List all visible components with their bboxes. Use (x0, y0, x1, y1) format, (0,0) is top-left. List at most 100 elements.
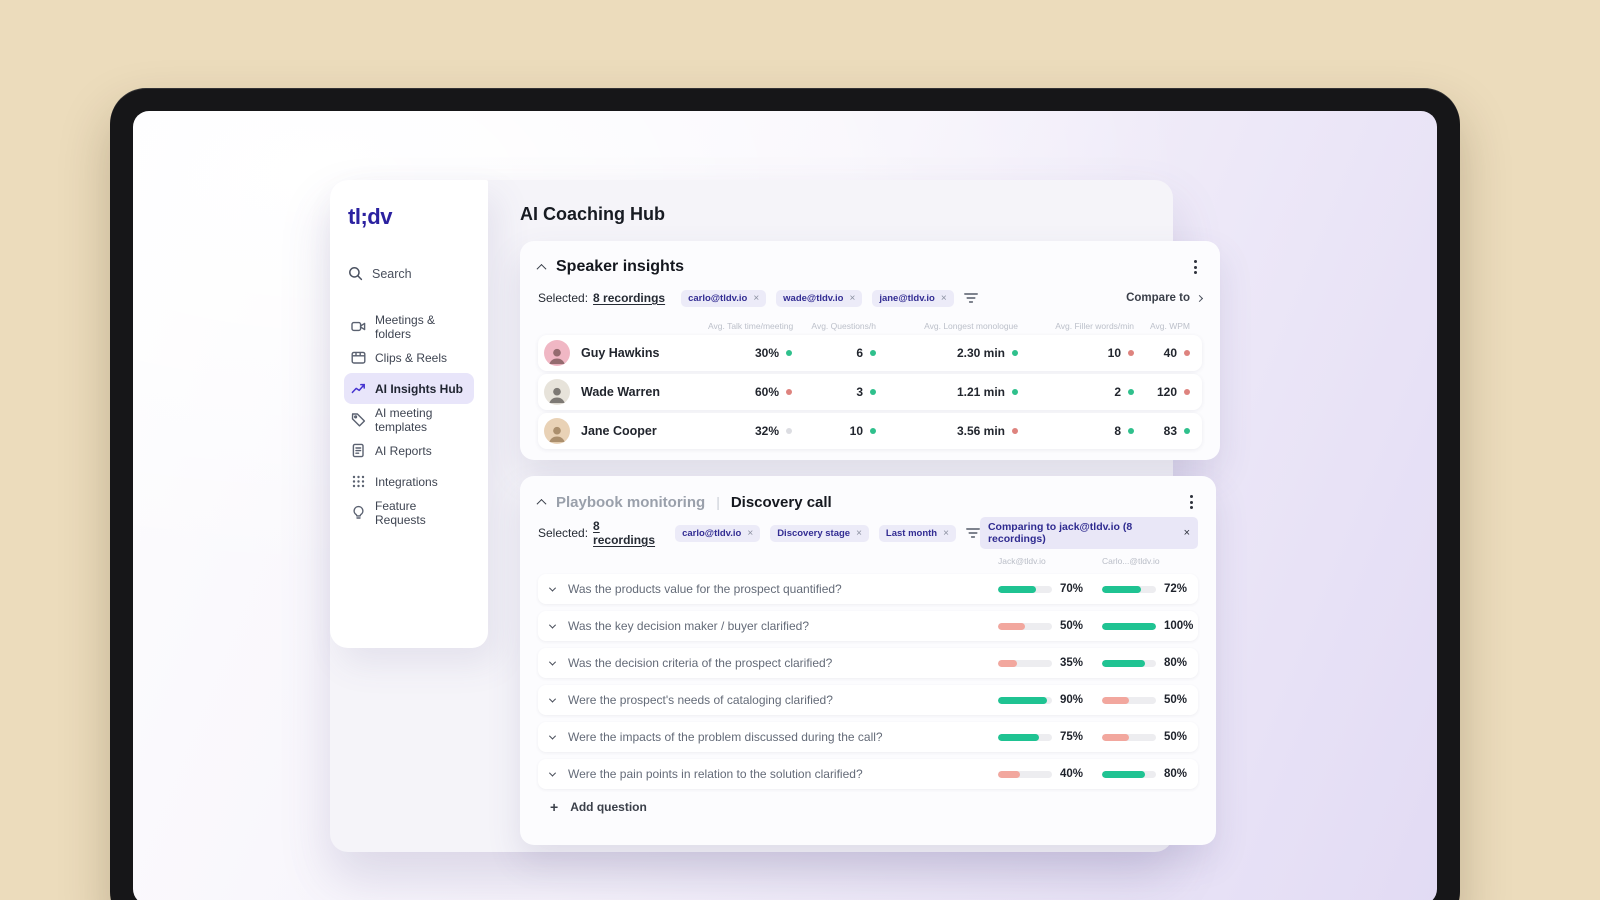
question-row[interactable]: Were the pain points in relation to the … (538, 759, 1198, 789)
question-row[interactable]: Was the decision criteria of the prospec… (538, 648, 1198, 678)
collapse-chevron-icon[interactable] (536, 498, 547, 509)
filter-chip[interactable]: jane@tldv.io × (872, 289, 954, 307)
close-icon[interactable]: × (941, 293, 947, 304)
chevron-down-icon[interactable] (548, 584, 557, 592)
score-value: 100% (1164, 620, 1194, 632)
question-row[interactable]: Was the key decision maker / buyer clari… (538, 611, 1198, 641)
desktop-background: tl;dv Search Meetings & folders Clips & … (0, 0, 1600, 900)
status-dot (786, 350, 792, 356)
close-icon[interactable]: × (1184, 527, 1190, 539)
kebab-menu-icon[interactable] (1185, 492, 1198, 512)
collapse-chevron-icon[interactable] (536, 263, 547, 274)
filter-chip[interactable]: wade@tldv.io × (776, 289, 863, 307)
selected-recordings-link[interactable]: 8 recordings (593, 519, 659, 547)
selected-recordings-link[interactable]: 8 recordings (593, 291, 665, 305)
filter-chip[interactable]: Last month × (878, 524, 956, 542)
kebab-menu-icon[interactable] (1189, 257, 1202, 277)
close-icon[interactable]: × (943, 528, 949, 539)
laptop-frame: tl;dv Search Meetings & folders Clips & … (110, 88, 1460, 900)
metric-cell: 120 (1146, 385, 1202, 399)
laptop-screen: tl;dv Search Meetings & folders Clips & … (133, 111, 1437, 900)
page-title: AI Coaching Hub (520, 204, 665, 224)
score-value: 90% (1060, 694, 1084, 706)
status-dot (1012, 389, 1018, 395)
chevron-down-icon[interactable] (548, 658, 557, 666)
score-cell: 90% (998, 694, 1102, 706)
status-dot (1012, 350, 1018, 356)
speaker-cell: Jane Cooper (538, 418, 708, 444)
filter-chip[interactable]: carlo@tldv.io × (681, 289, 767, 307)
score-value: 50% (1060, 620, 1084, 632)
sidebar-item-ai-reports[interactable]: AI Reports (344, 435, 474, 466)
chevron-down-icon[interactable] (548, 695, 557, 703)
metric-value: 10 (849, 424, 863, 438)
metric-cell: 40 (1146, 346, 1202, 360)
close-icon[interactable]: × (747, 528, 753, 539)
speaker-row[interactable]: Guy Hawkins 30% 6 2.30 min 10 40 (538, 335, 1202, 371)
speaker-row[interactable]: Wade Warren 60% 3 1.21 min 2 120 (538, 374, 1202, 410)
report-doc-icon (351, 443, 366, 458)
speaker-insights-header: Speaker insights (536, 255, 1202, 279)
filter-icon[interactable] (963, 293, 978, 303)
sidebar-item-meetings-folders[interactable]: Meetings & folders (344, 311, 474, 342)
compare-to-button[interactable]: Compare to (1126, 292, 1204, 304)
playbook-header: Playbook monitoring | Discovery call (536, 490, 1198, 514)
add-question-button[interactable]: + Add question (538, 799, 1198, 815)
sidebar-nav: Meetings & folders Clips & Reels AI Insi… (344, 311, 474, 528)
close-icon[interactable]: × (849, 293, 855, 304)
metric-cell: 10 (1030, 346, 1146, 360)
chevron-down-icon[interactable] (548, 732, 557, 740)
question-row[interactable]: Was the products value for the prospect … (538, 574, 1198, 604)
progress-bar (998, 770, 1052, 778)
speaker-row[interactable]: Jane Cooper 32% 10 3.56 min 8 83 (538, 413, 1202, 449)
tldv-logo[interactable]: tl;dv (348, 204, 474, 230)
filter-icon[interactable] (966, 528, 980, 538)
metric-value: 30% (754, 346, 779, 360)
question-row[interactable]: Were the prospect's needs of cataloging … (538, 685, 1198, 715)
section-title-muted: Playbook monitoring (556, 493, 706, 511)
progress-bar (998, 585, 1052, 593)
score-cell: 50% (1102, 694, 1210, 706)
chevron-down-icon[interactable] (548, 621, 557, 629)
sidebar-item-ai-meeting-templates[interactable]: AI meeting templates (344, 404, 474, 435)
column-header: Avg. Filler words/min (1055, 320, 1134, 331)
filter-chip[interactable]: carlo@tldv.io × (675, 524, 761, 542)
metric-cell: 83 (1146, 424, 1202, 438)
comparing-to-badge[interactable]: Comparing to jack@tldv.io (8 recordings)… (979, 517, 1198, 549)
score-cell: 35% (998, 657, 1102, 669)
sidebar-item-feature-requests[interactable]: Feature Requests (344, 497, 474, 528)
sidebar: tl;dv Search Meetings & folders Clips & … (330, 180, 488, 648)
question-text: Were the prospect's needs of cataloging … (568, 693, 833, 707)
score-value: 40% (1060, 768, 1084, 780)
title-separator: | (716, 494, 720, 510)
sidebar-item-integrations[interactable]: Integrations (344, 466, 474, 497)
score-cell: 80% (1102, 768, 1210, 780)
metric-value: 3.56 min (956, 424, 1005, 438)
avatar (544, 340, 570, 366)
metric-value: 8 (1114, 424, 1121, 438)
metric-cell: 2.30 min (888, 346, 1030, 360)
progress-bar (1102, 659, 1156, 667)
plus-icon: + (550, 799, 559, 815)
score-cell: 50% (998, 620, 1102, 632)
chevron-down-icon[interactable] (548, 769, 557, 777)
metric-value: 1.21 min (956, 385, 1005, 399)
search-button[interactable]: Search (348, 266, 474, 281)
speaker-name: Jane Cooper (581, 424, 657, 438)
search-icon (348, 266, 363, 281)
speaker-table-header: Avg. Talk time/meeting Avg. Questions/h … (538, 319, 1202, 332)
speaker-insights-card: Speaker insights Selected: 8 recordings … (520, 241, 1220, 460)
sidebar-item-clips-reels[interactable]: Clips & Reels (344, 342, 474, 373)
score-cell: 100% (1102, 620, 1210, 632)
filter-chip[interactable]: Discovery stage × (770, 524, 869, 542)
status-dot (786, 428, 792, 434)
metric-cell: 8 (1030, 424, 1146, 438)
score-value: 80% (1164, 657, 1188, 669)
sidebar-item-ai-insights-hub[interactable]: AI Insights Hub (344, 373, 474, 404)
question-row[interactable]: Were the impacts of the problem discusse… (538, 722, 1198, 752)
close-icon[interactable]: × (856, 528, 862, 539)
search-label: Search (372, 266, 412, 281)
close-icon[interactable]: × (753, 293, 759, 304)
metric-value: 83 (1163, 424, 1177, 438)
metric-cell: 6 (804, 346, 888, 360)
